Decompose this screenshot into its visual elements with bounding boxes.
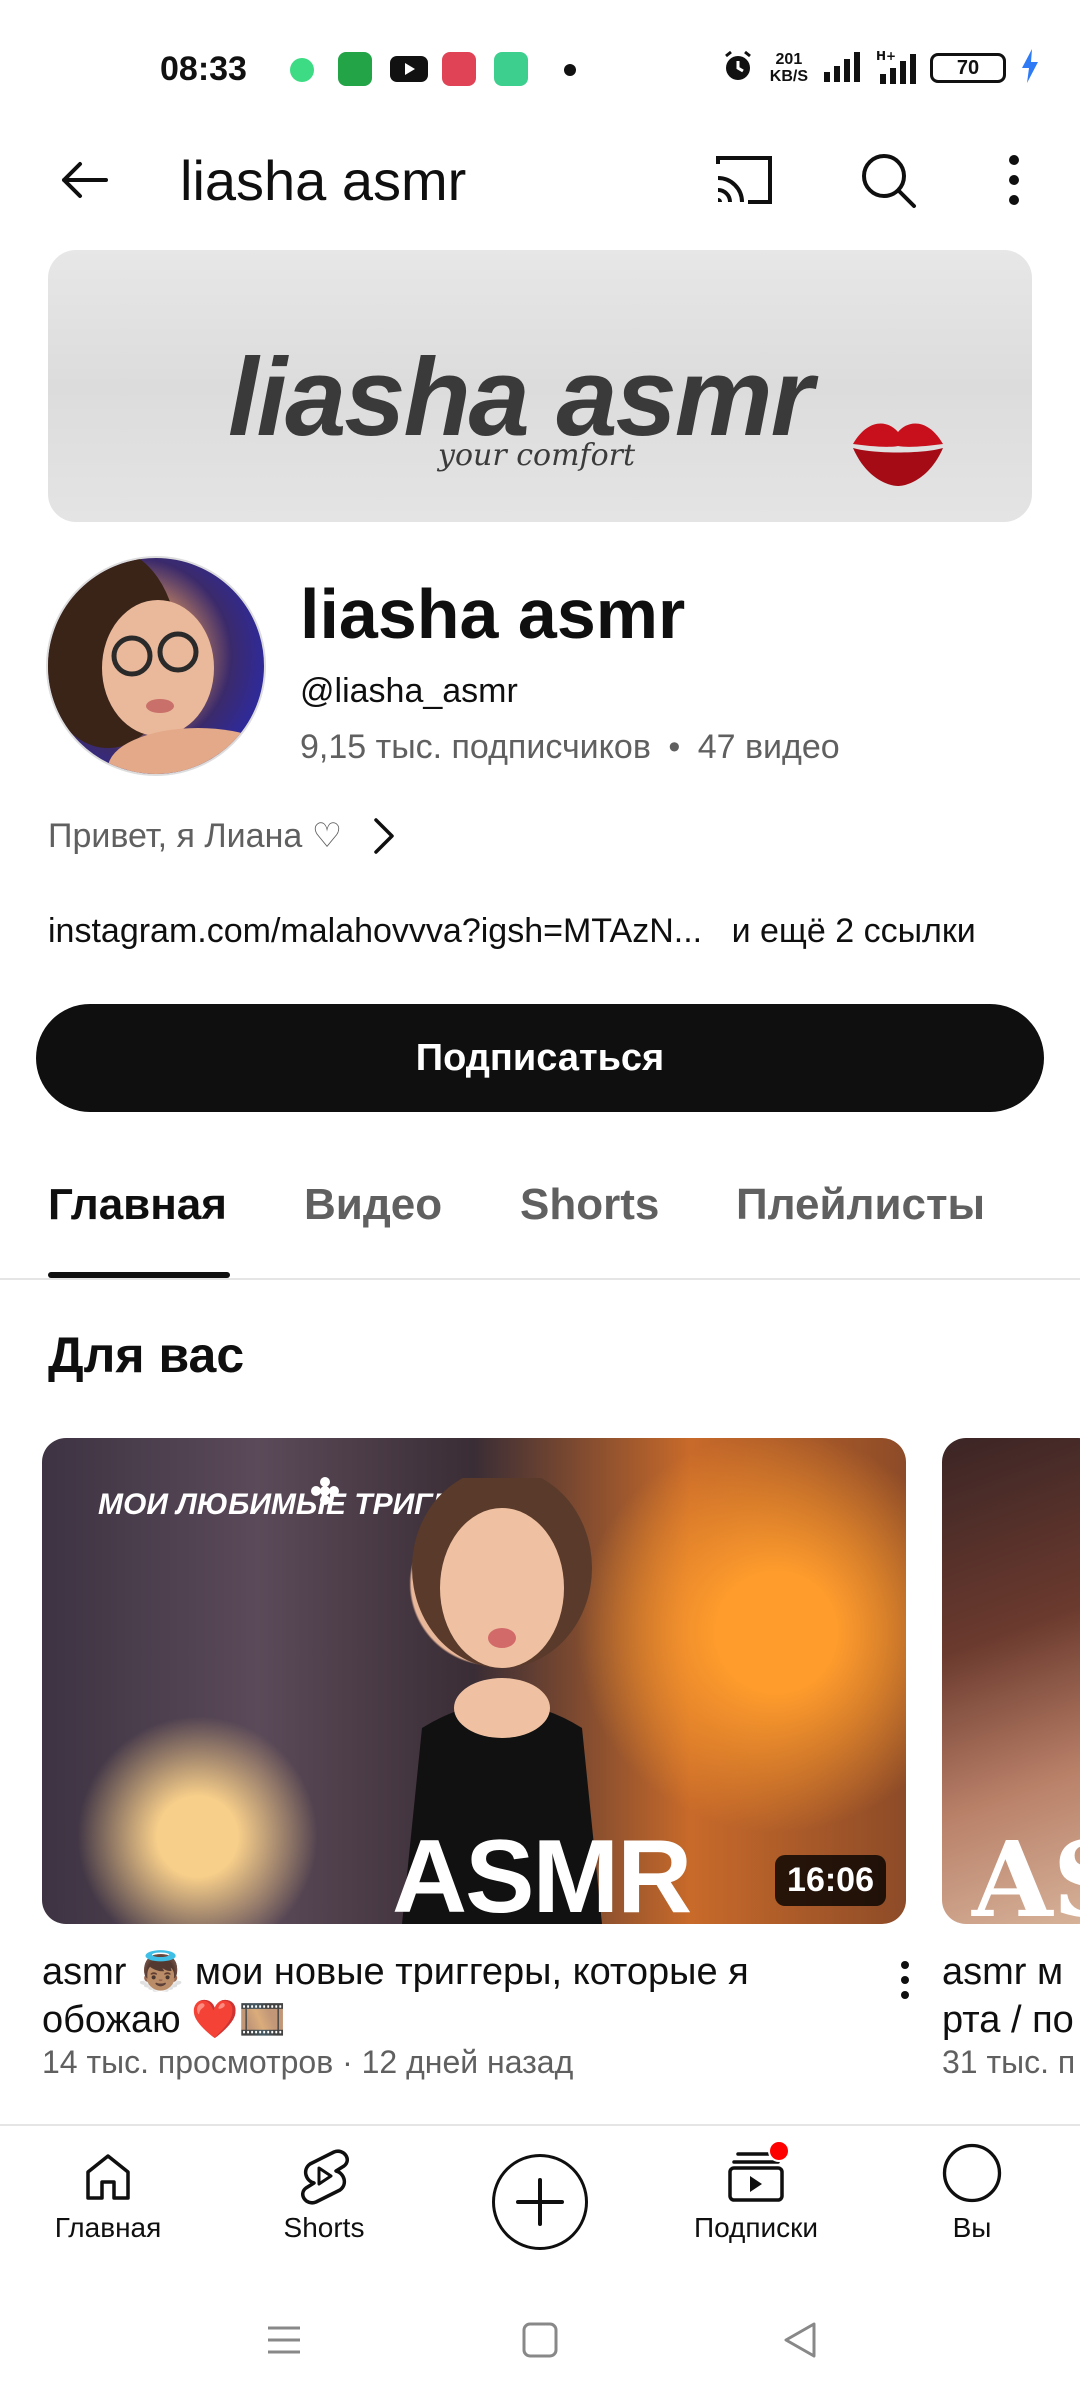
search-button[interactable] (848, 140, 928, 220)
home-system-button[interactable] (510, 2310, 570, 2370)
create-plus-icon (516, 2178, 564, 2226)
create-button[interactable] (492, 2154, 588, 2250)
menu-lines-icon (268, 2326, 300, 2354)
shorts-icon (294, 2146, 354, 2206)
top-app-bar: liasha asmr (0, 140, 1080, 220)
video-meta: 14 тыс. просмотров · 12 дней назад (42, 2044, 574, 2080)
subscribe-button[interactable]: Подписаться (36, 1004, 1044, 1112)
thumbnail-big-text: AS (972, 1818, 1080, 1924)
video-title-line: рта / по (942, 1999, 1074, 2041)
subscriber-count: 9,15 тыс. подписчиков (300, 728, 651, 766)
more-vertical-icon (901, 1961, 909, 1999)
cart-app-icon (338, 52, 372, 86)
stats-separator: • (668, 728, 681, 766)
lips-kiss-icon (853, 423, 943, 486)
banner-subtitle: your comfort (438, 438, 636, 473)
channel-links[interactable]: instagram.com/malahovvva?igsh=MTAzN... и… (48, 912, 976, 951)
video-thumbnail[interactable]: AS (942, 1438, 1080, 1924)
page-title: liasha asmr (180, 149, 467, 212)
video-meta: 31 тыс. п (942, 2044, 1076, 2080)
avatar[interactable] (46, 556, 266, 776)
nav-shorts[interactable]: Shorts (234, 2146, 414, 2244)
video-duration: 16:06 (775, 1855, 886, 1906)
thumbnail-big-text: ASMR (392, 1819, 692, 1924)
active-tab-indicator (48, 1272, 230, 1278)
youtube-icon (390, 56, 428, 82)
battery-indicator: 70 (930, 53, 1006, 83)
nav-subscriptions[interactable]: Подписки (666, 2140, 846, 2244)
tab-shorts[interactable]: Shorts (520, 1180, 659, 1230)
nav-home[interactable]: Главная (18, 2146, 198, 2244)
snowflake-icon (311, 1477, 339, 1505)
video-title[interactable]: asmr м рта / по (942, 1948, 1080, 2044)
tab-home[interactable]: Главная (48, 1180, 227, 1230)
more-links[interactable]: и ещё 2 ссылки (732, 912, 976, 950)
back-system-button[interactable] (770, 2310, 830, 2370)
bottom-navigation: Главная Shorts Подписки Вы (0, 2124, 1080, 2270)
notification-dot (768, 2140, 790, 2162)
avatar-image (48, 558, 264, 774)
channel-stats: 9,15 тыс. подписчиков • 47 видео (300, 728, 840, 767)
nav-label: Главная (54, 2212, 162, 2243)
svg-text:H+: H+ (876, 49, 896, 63)
chevron-right-icon (374, 818, 394, 854)
more-options-button[interactable] (974, 140, 1054, 220)
alarm-icon (720, 48, 756, 89)
nav-label: Shorts (283, 2212, 365, 2243)
video-title[interactable]: asmr 👼🏽 мои новые триггеры, которые я об… (42, 1948, 862, 2044)
video-count: 47 видео (697, 728, 840, 766)
channel-description[interactable]: Привет, я Лиана ♡ (48, 816, 396, 856)
more-notifications-dot (564, 64, 576, 76)
tab-playlists[interactable]: Плейлисты (736, 1180, 985, 1230)
channel-banner: liasha asmr your comfort (48, 250, 1032, 522)
channel-link[interactable]: instagram.com/malahovvva?igsh=MTAzN... (48, 912, 702, 950)
arrow-left-icon (62, 162, 108, 198)
recent-apps-button[interactable] (254, 2310, 314, 2370)
back-button[interactable] (44, 140, 124, 220)
screen-record-icon (442, 52, 476, 86)
status-time: 08:33 (160, 50, 247, 88)
network-speed-unit: KB/S (769, 68, 808, 85)
nav-label: Подписки (693, 2212, 819, 2243)
charging-bolt-icon (1020, 48, 1040, 88)
system-navigation (0, 2270, 1080, 2400)
profile-icon (942, 2143, 1002, 2206)
home-icon (78, 2146, 138, 2206)
signal-icon (822, 50, 862, 87)
square-icon (522, 2322, 558, 2358)
network-speed: 201 KB/S (770, 51, 808, 85)
description-text: Привет, я Лиана ♡ (48, 817, 343, 855)
status-right: 201 KB/S H+ 70 (720, 46, 1040, 90)
video-more-button[interactable] (880, 1950, 930, 2010)
cast-button[interactable] (704, 140, 784, 220)
channel-name: liasha asmr (300, 575, 686, 653)
signal-hplus-icon: H+ (876, 48, 916, 89)
chat-bubble-icon (290, 58, 314, 82)
channel-tabs: Главная Видео Shorts Плейлисты (0, 1164, 1080, 1280)
tab-videos[interactable]: Видео (304, 1180, 442, 1230)
battery-saver-icon (494, 52, 528, 86)
subscriptions-icon (726, 2140, 790, 2206)
nav-you[interactable]: Вы (882, 2143, 1062, 2244)
search-icon (862, 154, 916, 208)
status-bar: 08:33 201 KB/S H+ 70 (0, 0, 1080, 140)
channel-handle: @liasha_asmr (300, 672, 518, 710)
nav-label: Вы (952, 2212, 992, 2243)
cast-icon (716, 156, 772, 204)
video-thumbnail[interactable]: МОИ ЛЮБИМЫЕ ТРИГГЕРЫ ASMR 16:06 (42, 1438, 906, 1924)
video-title-line: asmr м (942, 1951, 1064, 1993)
triangle-back-icon (784, 2322, 816, 2358)
section-title: Для вас (48, 1327, 245, 1383)
more-vertical-icon (1009, 155, 1019, 205)
network-speed-value: 201 (775, 51, 803, 68)
